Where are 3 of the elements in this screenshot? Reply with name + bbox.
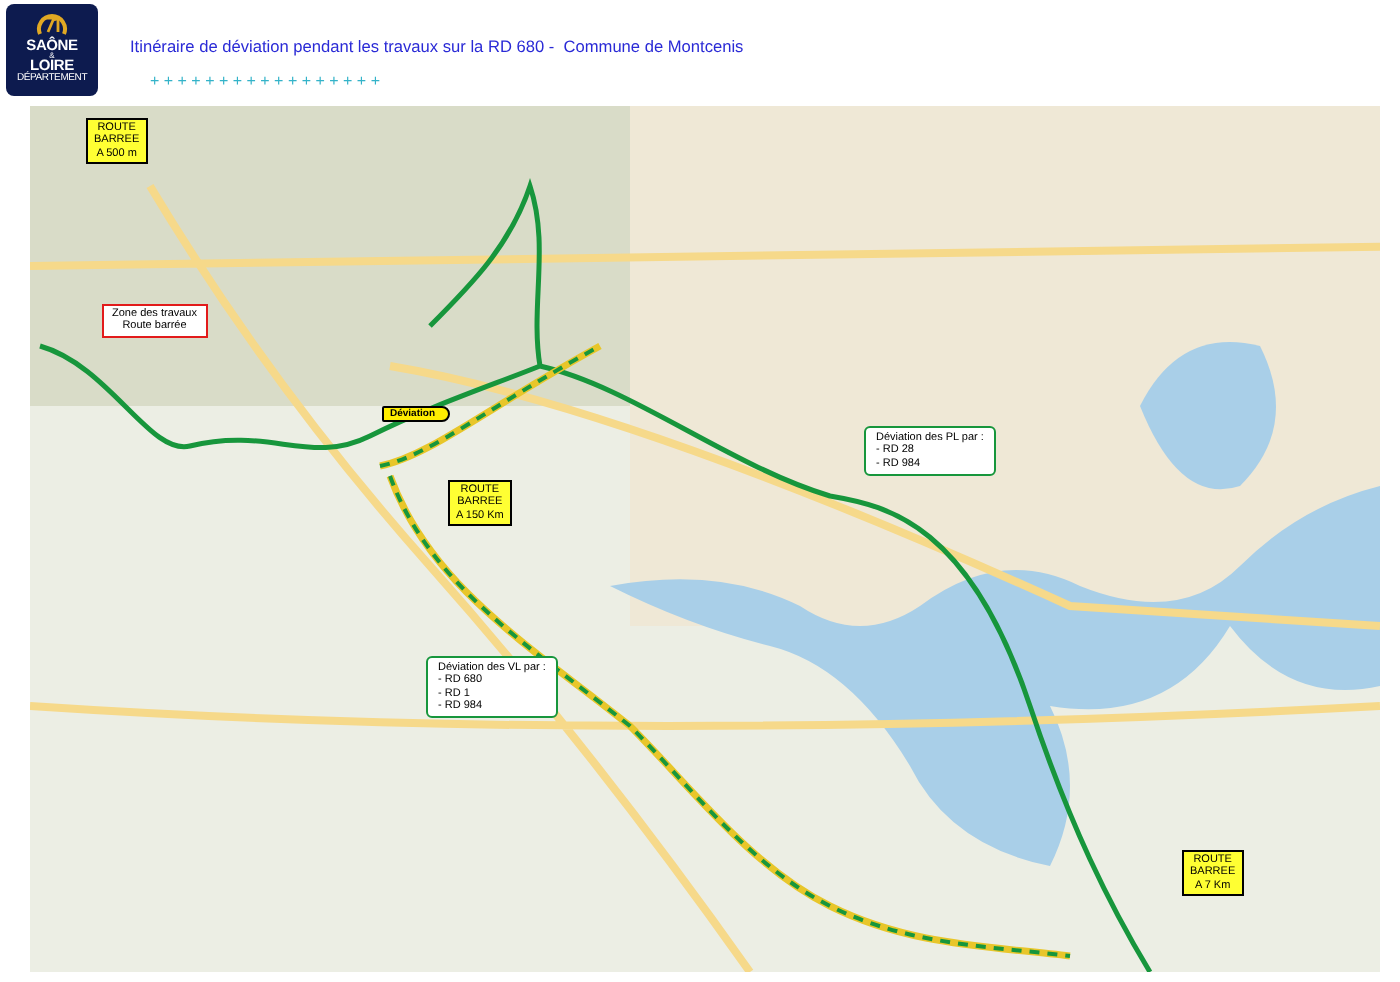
page-title: Itinéraire de déviation pendant les travaux sur la RD 680 - Commune de Montcenis: [130, 36, 744, 56]
logo-emblem-icon: [36, 10, 68, 38]
decorative-plus-row-text: + + + + + + + + + + + + + + + + +: [148, 72, 382, 90]
